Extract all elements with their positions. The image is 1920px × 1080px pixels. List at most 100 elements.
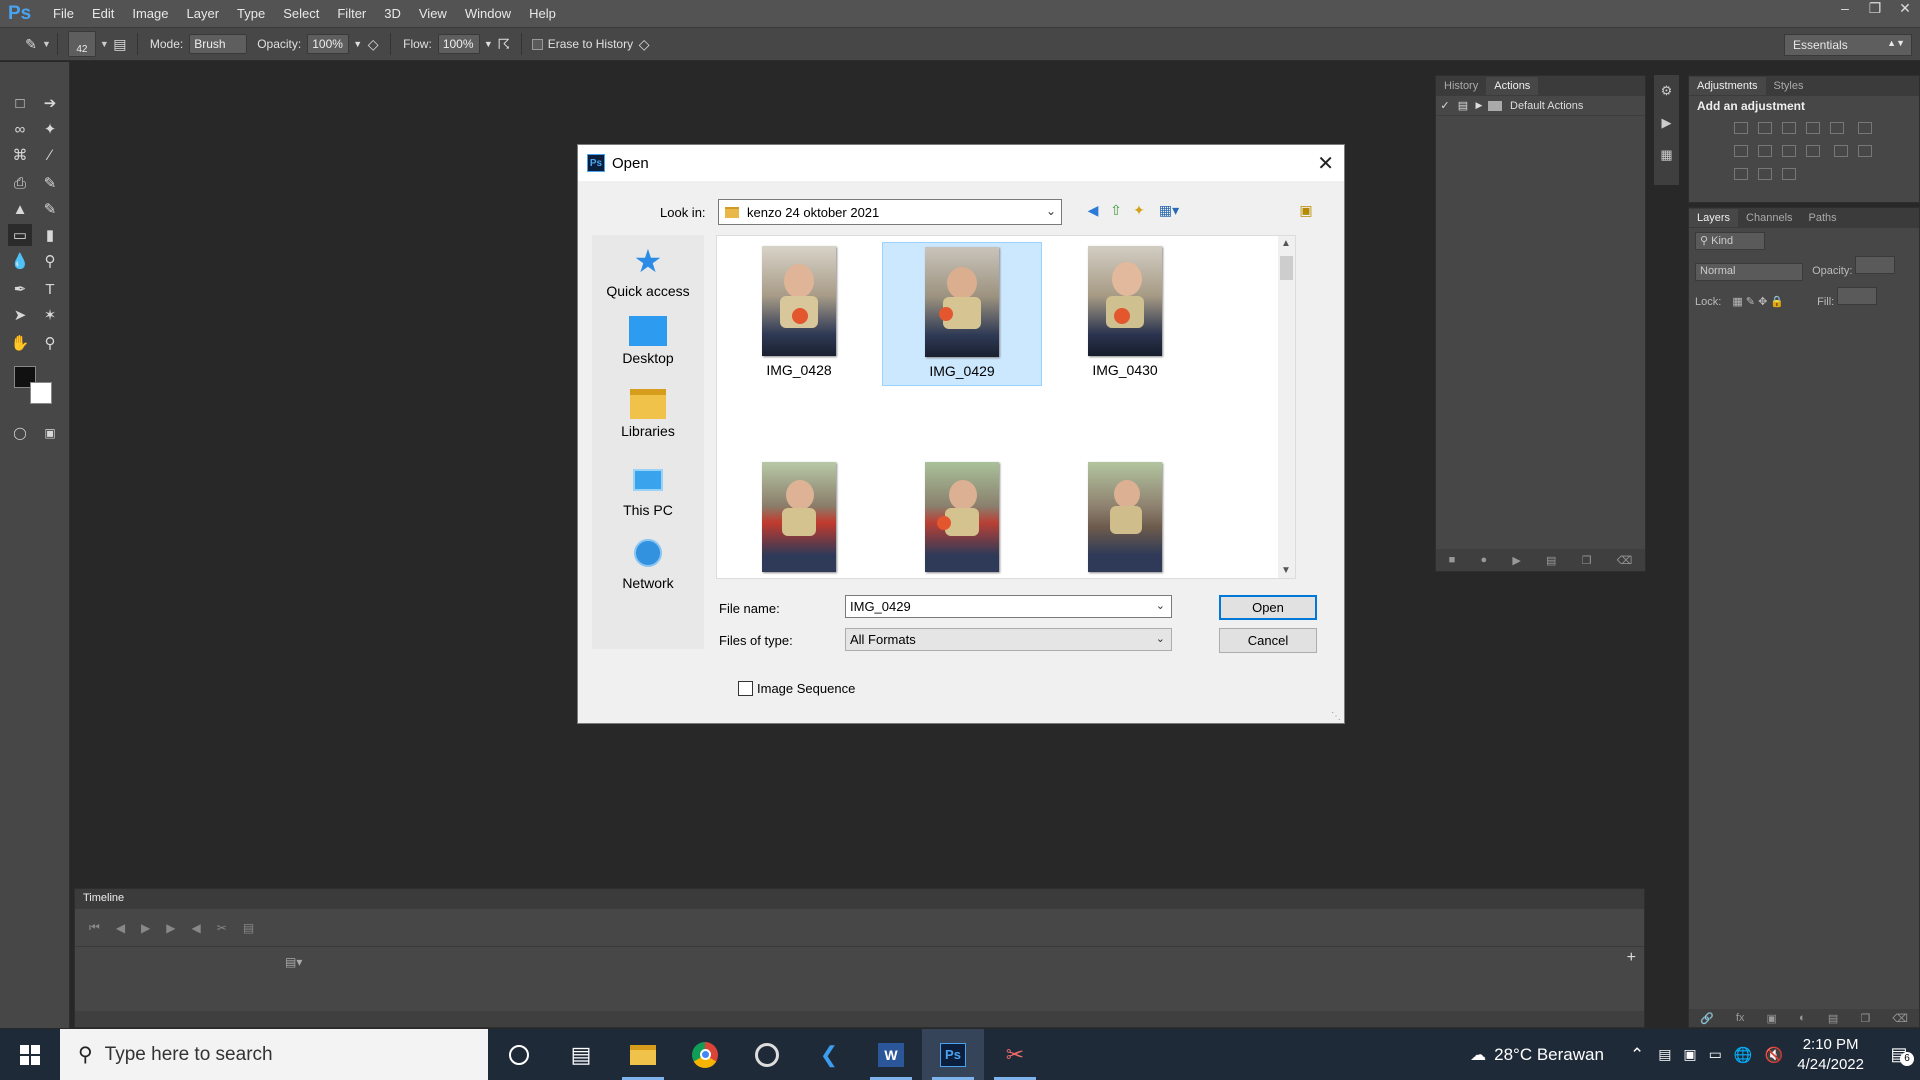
menu-type[interactable]: Type xyxy=(228,6,274,21)
vibrance-icon[interactable] xyxy=(1830,122,1844,134)
expand-icon[interactable]: ▶ xyxy=(1472,100,1486,111)
volume-muted-icon[interactable]: 🔇 xyxy=(1765,1046,1784,1064)
color-balance-icon[interactable] xyxy=(1734,145,1748,157)
selective-color-icon[interactable] xyxy=(1758,168,1772,180)
pressure-size-icon[interactable]: ◇ xyxy=(633,33,655,55)
audio-icon[interactable]: ◀ xyxy=(192,921,201,935)
photoshop-taskbar-icon[interactable]: Ps xyxy=(922,1029,984,1080)
photo-filter-icon[interactable] xyxy=(1782,145,1796,157)
menu-image[interactable]: Image xyxy=(123,6,177,21)
play-icon[interactable]: ▶ xyxy=(141,921,150,935)
eraser-tool-button-icon[interactable]: ▭ xyxy=(8,224,32,246)
pressure-opacity-icon[interactable]: ◇ xyxy=(362,33,384,55)
lock-icons[interactable]: ▦ ✎ ✥ 🔒 xyxy=(1732,296,1784,308)
tab-styles[interactable]: Styles xyxy=(1766,77,1812,95)
weather-icon[interactable]: ☁ xyxy=(1470,1045,1486,1065)
file-item[interactable] xyxy=(882,458,1042,578)
brush-tool-icon[interactable]: ✎ xyxy=(38,172,62,194)
start-button[interactable] xyxy=(0,1029,60,1080)
hue-saturation-icon[interactable] xyxy=(1857,122,1872,134)
menu-layer[interactable]: Layer xyxy=(178,6,229,21)
clock[interactable]: 2:10 PM 4/24/2022 xyxy=(1797,1035,1864,1075)
place-network[interactable]: Network xyxy=(592,527,704,599)
flow-arrow-icon[interactable]: ▼ xyxy=(484,39,493,49)
crop-tool-icon[interactable]: ⌘ xyxy=(8,144,32,166)
file-list-scrollbar[interactable]: ▲ ▼ xyxy=(1278,236,1295,578)
display-icon[interactable]: ▣ xyxy=(1683,1046,1696,1063)
vscode-icon[interactable]: ❮ xyxy=(798,1029,860,1080)
place-this-pc[interactable]: This PC xyxy=(592,454,704,526)
black-white-icon[interactable] xyxy=(1758,145,1772,157)
link-icon[interactable]: 🔗 xyxy=(1700,1012,1714,1025)
opacity-field[interactable]: 100% xyxy=(307,34,350,54)
transition-icon[interactable]: ▤ xyxy=(243,921,254,935)
tab-actions[interactable]: Actions xyxy=(1486,77,1539,95)
file-item[interactable]: IMG_0430 xyxy=(1045,242,1205,386)
weather-text[interactable]: 28°C Berawan xyxy=(1494,1045,1604,1065)
play-icon[interactable]: ▶ xyxy=(1512,554,1520,567)
opacity-arrow-icon[interactable]: ▼ xyxy=(353,39,362,49)
mask-icon[interactable]: ▣ xyxy=(1767,1012,1777,1025)
file-item[interactable]: IMG_0428 xyxy=(719,242,879,386)
task-view-icon[interactable]: ▤ xyxy=(550,1029,612,1080)
kind-filter-select[interactable]: ⚲ Kind xyxy=(1695,232,1765,250)
first-frame-icon[interactable]: ⏮ xyxy=(89,920,100,935)
adjustment-layer-icon[interactable]: ◐ xyxy=(1799,1012,1806,1024)
scroll-down-icon[interactable]: ▼ xyxy=(1281,565,1291,576)
view-menu-icon[interactable]: ▦▾ xyxy=(1154,201,1184,219)
healing-brush-tool-icon[interactable]: ⎙ xyxy=(8,172,32,194)
mode-select[interactable]: Brush xyxy=(189,34,248,54)
tab-paths[interactable]: Paths xyxy=(1801,209,1845,227)
flow-field[interactable]: 100% xyxy=(437,34,480,54)
brush-panel-icon[interactable]: ▤ xyxy=(109,33,131,55)
erase-to-history-checkbox[interactable] xyxy=(531,38,543,50)
check-icon[interactable]: ✓ xyxy=(1436,99,1454,112)
type-tool-icon[interactable]: T xyxy=(38,278,62,300)
up-folder-icon[interactable]: ⇧ xyxy=(1107,201,1125,219)
blur-tool-icon[interactable]: 💧 xyxy=(8,250,32,272)
camera-folder-icon[interactable]: ▣ xyxy=(1297,201,1315,219)
stop-icon[interactable]: ■ xyxy=(1449,554,1456,566)
place-quick-access[interactable]: ★ Quick access xyxy=(592,235,704,307)
taskbar-search[interactable]: ⚲ Type here to search xyxy=(60,1029,488,1080)
brightness-icon[interactable] xyxy=(1734,122,1748,134)
invert-icon[interactable] xyxy=(1833,145,1848,157)
cortana-icon[interactable] xyxy=(488,1029,550,1080)
prev-frame-icon[interactable]: ◀ xyxy=(116,921,125,935)
timeline-mode-icon[interactable]: ▤▾ xyxy=(285,955,302,969)
group-icon[interactable]: ▤ xyxy=(1828,1012,1838,1025)
exposure-icon[interactable] xyxy=(1806,122,1820,134)
brush-picker-arrow-icon[interactable]: ▼ xyxy=(100,39,109,49)
eraser-tool-icon[interactable]: ✎ xyxy=(20,33,42,55)
cancel-button[interactable]: Cancel xyxy=(1219,628,1317,653)
dodge-tool-icon[interactable]: ⚲ xyxy=(38,250,62,272)
files-of-type-select[interactable]: All Formats ⌄ xyxy=(845,628,1172,651)
restore-icon[interactable]: ❐ xyxy=(1860,0,1890,20)
record-icon[interactable]: ● xyxy=(1480,554,1487,566)
tab-layers[interactable]: Layers xyxy=(1689,209,1739,227)
pen-tool-icon[interactable]: ✒ xyxy=(8,278,32,300)
shape-tool-icon[interactable]: ✶ xyxy=(38,304,62,326)
trash-icon[interactable]: ⌫ xyxy=(1617,554,1633,567)
airbrush-icon[interactable]: ☈ xyxy=(493,33,515,55)
menu-filter[interactable]: Filter xyxy=(328,6,375,21)
curves-icon[interactable] xyxy=(1782,122,1796,134)
snipping-tool-icon[interactable]: ✂ xyxy=(984,1029,1046,1080)
new-set-icon[interactable]: ▤ xyxy=(1546,554,1556,567)
image-sequence-checkbox[interactable] xyxy=(738,681,753,696)
file-name-input[interactable]: IMG_0429 ⌄ xyxy=(845,595,1172,618)
tool-preset-arrow-icon[interactable]: ▼ xyxy=(42,39,51,49)
split-icon[interactable]: ✂ xyxy=(217,921,227,935)
chevron-up-icon[interactable]: ⌃ xyxy=(1630,1045,1644,1065)
fill-field[interactable] xyxy=(1837,287,1878,305)
place-desktop[interactable]: Desktop xyxy=(592,308,704,380)
new-action-icon[interactable]: ❐ xyxy=(1582,554,1592,567)
scroll-up-icon[interactable]: ▲ xyxy=(1281,238,1291,249)
marquee-tool-icon[interactable]: □ xyxy=(8,92,32,114)
lasso-tool-icon[interactable]: ∞ xyxy=(8,118,32,140)
battery-icon[interactable]: ▭ xyxy=(1709,1046,1722,1063)
history-brush-tool-icon[interactable]: ✎ xyxy=(38,198,62,220)
posterize-icon[interactable] xyxy=(1857,145,1872,157)
meet-now-icon[interactable]: ▤ xyxy=(1658,1046,1671,1063)
tab-adjustments[interactable]: Adjustments xyxy=(1689,77,1766,95)
